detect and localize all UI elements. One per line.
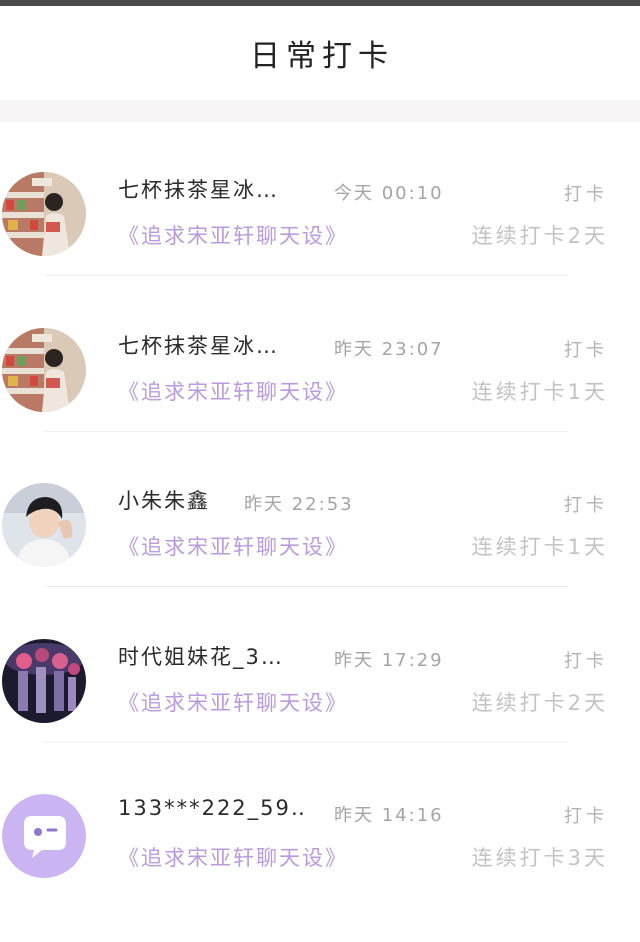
book-link[interactable]: 《追求宋亚轩聊天设》	[118, 687, 348, 717]
row-divider	[44, 275, 568, 276]
checkin-label: 打卡	[564, 184, 608, 205]
username[interactable]: 133***222_59…	[118, 796, 303, 820]
checkin-label: 打卡	[564, 650, 608, 672]
streak-text: 连续打卡2天	[471, 224, 608, 248]
username[interactable]: 七杯抹茶星冰…	[118, 330, 279, 360]
boy-photo-avatar-icon[interactable]	[2, 483, 86, 567]
timestamp: 昨天 22:53	[244, 494, 354, 515]
username[interactable]: 时代姐妹花_3…	[118, 641, 284, 671]
row-divider	[44, 430, 568, 432]
timestamp: 昨天 17:29	[334, 649, 444, 671]
book-link[interactable]: 《追求宋亚轩聊天设》	[118, 220, 348, 250]
list-item[interactable]: 133***222_59… 昨天 14:16 打卡 《追求宋亚轩聊天设》 连续打…	[0, 744, 640, 900]
page-title: 日常打卡	[250, 39, 394, 74]
book-link[interactable]: 《追求宋亚轩聊天设》	[118, 531, 348, 561]
row-divider	[44, 741, 568, 743]
section-divider	[0, 100, 640, 122]
list-item[interactable]: 小朱朱鑫 昨天 22:53 打卡 《追求宋亚轩聊天设》 连续打卡1天	[0, 433, 640, 589]
streak-text: 连续打卡2天	[471, 690, 608, 715]
streak-text: 连续打卡3天	[471, 846, 608, 870]
streak-text: 连续打卡1天	[471, 535, 608, 559]
timestamp: 今天 00:10	[334, 183, 444, 204]
streak-text: 连续打卡1天	[471, 379, 608, 404]
store-photo-avatar-icon[interactable]	[2, 172, 86, 256]
username[interactable]: 小朱朱鑫	[118, 485, 210, 515]
list-item[interactable]: 时代姐妹花_3… 昨天 17:29 打卡 《追求宋亚轩聊天设》 连续打卡2天	[0, 589, 640, 745]
list-item[interactable]: 七杯抹茶星冰… 今天 00:10 打卡 《追求宋亚轩聊天设》 连续打卡2天	[0, 122, 640, 278]
checkin-list: 七杯抹茶星冰… 今天 00:10 打卡 《追求宋亚轩聊天设》 连续打卡2天 七杯…	[0, 122, 640, 900]
book-link[interactable]: 《追求宋亚轩聊天设》	[118, 376, 348, 406]
username[interactable]: 七杯抹茶星冰…	[118, 174, 279, 204]
row-divider	[44, 586, 568, 587]
page-header: 日常打卡	[0, 6, 640, 100]
list-item[interactable]: 七杯抹茶星冰… 昨天 23:07 打卡 《追求宋亚轩聊天设》 连续打卡1天	[0, 278, 640, 434]
store-photo-avatar-icon[interactable]	[2, 327, 86, 412]
chat-bubble-avatar-icon[interactable]	[2, 794, 86, 878]
checkin-label: 打卡	[564, 806, 608, 827]
timestamp: 昨天 14:16	[334, 805, 444, 826]
checkin-label: 打卡	[564, 495, 608, 516]
timestamp: 昨天 23:07	[334, 338, 444, 360]
checkin-label: 打卡	[564, 339, 608, 361]
group-photo-avatar-icon[interactable]	[2, 638, 86, 723]
book-link[interactable]: 《追求宋亚轩聊天设》	[118, 842, 348, 872]
